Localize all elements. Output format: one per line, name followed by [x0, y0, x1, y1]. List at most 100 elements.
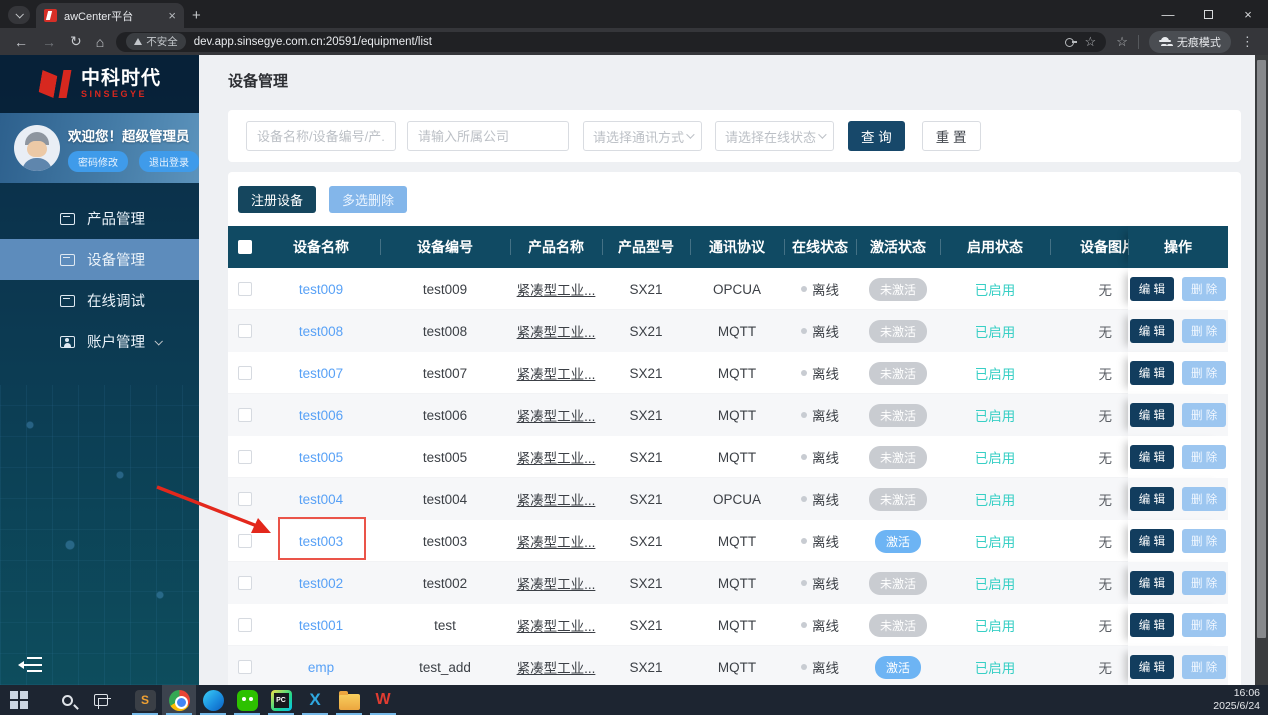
device-name-link[interactable]: test004 — [299, 492, 343, 507]
address-bar[interactable]: 不安全 dev.app.sinsegye.com.cn:20591/equipm… — [116, 32, 1106, 52]
edit-button[interactable]: 编 辑 — [1130, 361, 1174, 385]
tab-search-button[interactable] — [8, 6, 30, 24]
page-scrollbar[interactable] — [1255, 55, 1268, 685]
register-device-button[interactable]: 注册设备 — [238, 186, 316, 213]
keyword-search-input[interactable] — [246, 121, 396, 151]
taskbar-app-chrome[interactable] — [162, 685, 196, 715]
product-name-link[interactable]: 紧凑型工业... — [517, 489, 596, 509]
delete-button[interactable]: 删 除 — [1182, 361, 1226, 385]
sidebar-item-device-management[interactable]: 设备管理 — [0, 239, 199, 280]
sidebar-item-account-management[interactable]: 账户管理 — [0, 321, 199, 362]
online-status-cell: 离线 — [784, 394, 856, 436]
taskbar-app-file-explorer[interactable] — [332, 685, 366, 715]
online-status-select[interactable]: 请选择在线状态 — [715, 121, 834, 151]
row-checkbox[interactable] — [238, 282, 252, 296]
security-badge[interactable]: 不安全 — [126, 33, 186, 50]
taskbar-app-edge[interactable] — [196, 685, 230, 715]
minimize-button[interactable]: — — [1148, 0, 1188, 28]
extension-star-icon[interactable]: ☆ — [1116, 35, 1128, 48]
forward-icon[interactable]: → — [42, 34, 56, 50]
browser-menu-icon[interactable]: ⋮ — [1241, 34, 1254, 50]
device-name-link[interactable]: test009 — [299, 282, 343, 297]
device-name-link[interactable]: test005 — [299, 450, 343, 465]
scrollbar-thumb[interactable] — [1257, 60, 1266, 638]
taskbar-search-button[interactable] — [50, 685, 84, 715]
product-name-link[interactable]: 紧凑型工业... — [517, 447, 596, 467]
taskbar-app-wechat[interactable] — [230, 685, 264, 715]
edit-button[interactable]: 编 辑 — [1130, 487, 1174, 511]
task-view-button[interactable] — [84, 685, 118, 715]
tab-close-icon[interactable]: × — [168, 9, 176, 22]
product-name-link[interactable]: 紧凑型工业... — [517, 279, 596, 299]
edit-button[interactable]: 编 辑 — [1130, 655, 1174, 679]
device-name-link[interactable]: test006 — [299, 408, 343, 423]
taskbar-app-snipaste[interactable]: S — [128, 685, 162, 715]
row-checkbox[interactable] — [238, 408, 252, 422]
device-table-card: 注册设备 多选删除 设备名称 设备编号 产品名称 产品型号 通讯协议 在线状态 … — [228, 172, 1241, 685]
edit-button[interactable]: 编 辑 — [1130, 445, 1174, 469]
taskbar-clock[interactable]: 16:06 2025/6/24 — [1213, 687, 1260, 713]
home-icon[interactable]: ⌂ — [96, 34, 104, 50]
start-button[interactable] — [2, 685, 36, 715]
product-name-link[interactable]: 紧凑型工业... — [517, 573, 596, 593]
tab-favicon-icon — [44, 9, 57, 22]
batch-delete-button[interactable]: 多选删除 — [329, 186, 407, 213]
protocol-select[interactable]: 请选择通讯方式 — [583, 121, 702, 151]
company-input[interactable] — [407, 121, 569, 151]
product-name-link[interactable]: 紧凑型工业... — [517, 363, 596, 383]
brand-name: 中科时代 — [81, 69, 161, 89]
maximize-button[interactable] — [1188, 0, 1228, 28]
reload-icon[interactable]: ↻ — [70, 33, 82, 50]
delete-button[interactable]: 删 除 — [1182, 613, 1226, 637]
delete-button[interactable]: 删 除 — [1182, 403, 1226, 427]
row-checkbox[interactable] — [238, 618, 252, 632]
row-checkbox[interactable] — [238, 366, 252, 380]
device-name-link[interactable]: emp — [308, 660, 334, 675]
device-name-link[interactable]: test001 — [299, 618, 343, 633]
delete-button[interactable]: 删 除 — [1182, 487, 1226, 511]
product-name-link[interactable]: 紧凑型工业... — [517, 531, 596, 551]
delete-button[interactable]: 删 除 — [1182, 571, 1226, 595]
edit-button[interactable]: 编 辑 — [1130, 529, 1174, 553]
row-checkbox[interactable] — [238, 534, 252, 548]
taskbar-app-wps[interactable]: W — [366, 685, 400, 715]
product-name-link[interactable]: 紧凑型工业... — [517, 321, 596, 341]
close-button[interactable]: × — [1228, 0, 1268, 28]
search-button[interactable]: 查 询 — [848, 121, 905, 151]
back-icon[interactable]: ← — [14, 34, 28, 50]
delete-button[interactable]: 删 除 — [1182, 445, 1226, 469]
new-tab-button[interactable]: + — [192, 7, 201, 24]
edit-button[interactable]: 编 辑 — [1130, 403, 1174, 427]
delete-button[interactable]: 删 除 — [1182, 277, 1226, 301]
product-name-link[interactable]: 紧凑型工业... — [517, 405, 596, 425]
select-all-checkbox[interactable] — [238, 240, 252, 254]
change-password-button[interactable]: 密码修改 — [68, 151, 128, 172]
row-checkbox[interactable] — [238, 324, 252, 338]
product-name-link[interactable]: 紧凑型工业... — [517, 615, 596, 635]
device-name-link[interactable]: test008 — [299, 324, 343, 339]
browser-tab[interactable]: awCenter平台 × — [36, 3, 184, 28]
sidebar-item-online-debug[interactable]: 在线调试 — [0, 280, 199, 321]
edit-button[interactable]: 编 辑 — [1130, 319, 1174, 343]
delete-button[interactable]: 删 除 — [1182, 655, 1226, 679]
taskbar-app-x[interactable]: X — [298, 685, 332, 715]
password-key-icon[interactable] — [1065, 38, 1077, 45]
delete-button[interactable]: 删 除 — [1182, 319, 1226, 343]
logout-button[interactable]: 退出登录 — [139, 151, 199, 172]
product-name-link[interactable]: 紧凑型工业... — [517, 657, 596, 677]
sidebar-collapse-button[interactable] — [20, 657, 42, 673]
taskbar-app-pycharm[interactable] — [264, 685, 298, 715]
edit-button[interactable]: 编 辑 — [1130, 613, 1174, 637]
reset-button[interactable]: 重 置 — [922, 121, 981, 151]
device-name-link[interactable]: test007 — [299, 366, 343, 381]
sidebar-item-product-management[interactable]: 产品管理 — [0, 198, 199, 239]
row-checkbox[interactable] — [238, 492, 252, 506]
bookmark-star-icon[interactable]: ☆ — [1085, 35, 1097, 48]
delete-button[interactable]: 删 除 — [1182, 529, 1226, 553]
row-checkbox[interactable] — [238, 450, 252, 464]
row-checkbox[interactable] — [238, 660, 252, 674]
device-name-link[interactable]: test002 — [299, 576, 343, 591]
edit-button[interactable]: 编 辑 — [1130, 571, 1174, 595]
edit-button[interactable]: 编 辑 — [1130, 277, 1174, 301]
row-checkbox[interactable] — [238, 576, 252, 590]
